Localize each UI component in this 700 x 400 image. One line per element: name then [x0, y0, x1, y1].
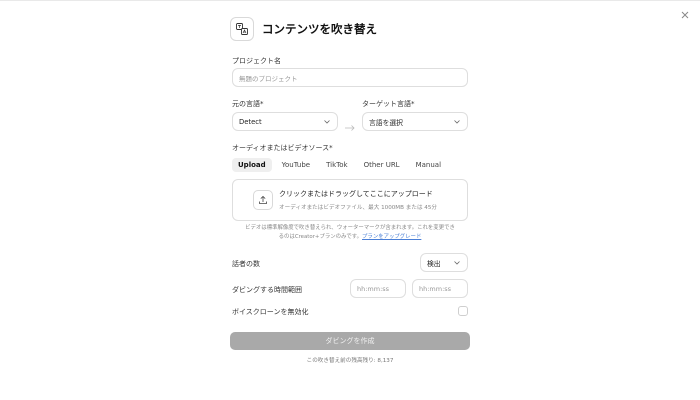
create-dub-button[interactable]: ダビングを作成 [230, 332, 470, 350]
dialog-title: コンテンツを吹き替え [262, 22, 377, 36]
source-tabs: Upload YouTube TikTok Other URL Manual [232, 158, 451, 172]
project-name-placeholder: 無題のプロジェクト [239, 74, 298, 83]
tab-other-url[interactable]: Other URL [358, 158, 406, 172]
arrow-right-icon [344, 117, 356, 136]
voice-clone-checkbox[interactable] [458, 306, 468, 316]
target-language-label: ターゲット言語* [362, 100, 415, 108]
speakers-select[interactable]: 検出 [420, 253, 468, 272]
speakers-value: 検出 [427, 259, 441, 268]
translate-icon [230, 17, 254, 41]
chevron-down-icon [323, 118, 331, 126]
dialog-header: コンテンツを吹き替え [230, 14, 377, 44]
upload-subtitle: オーディオまたはビデオファイル、最大 1000MB または 45分 [279, 205, 438, 211]
source-language-label: 元の言語* [232, 100, 264, 108]
source-language-value: Detect [239, 117, 262, 126]
target-language-select[interactable]: 言語を選択 [362, 112, 468, 131]
speakers-label: 話者の数 [232, 260, 260, 268]
upload-dropzone[interactable]: クリックまたはドラッグしてここにアップロード オーディオまたはビデオファイル、最… [232, 179, 468, 221]
chevron-down-icon [453, 118, 461, 126]
time-range-label: ダビングする時間範囲 [232, 286, 302, 294]
voice-clone-label: ボイスクローンを無効化 [232, 308, 309, 316]
upgrade-plan-link[interactable]: プランをアップグレード [362, 234, 421, 240]
project-name-label: プロジェクト名 [232, 57, 281, 65]
source-label: オーディオまたはビデオソース* [232, 144, 333, 152]
close-icon [681, 11, 689, 19]
target-language-value: 言語を選択 [369, 118, 403, 127]
upload-title: クリックまたはドラッグしてここにアップロード [279, 190, 433, 198]
tab-youtube[interactable]: YouTube [276, 158, 316, 172]
chevron-down-icon [453, 259, 461, 267]
time-range-start-input[interactable]: hh:mm:ss [350, 279, 406, 298]
tab-manual[interactable]: Manual [410, 158, 447, 172]
tab-upload[interactable]: Upload [232, 158, 272, 172]
plan-notice: ビデオは標準解像度で吹き替えられ、ウォーターマークが含まれます。これを変更でき … [245, 225, 455, 240]
time-range-end-input[interactable]: hh:mm:ss [412, 279, 468, 298]
source-language-select[interactable]: Detect [232, 112, 338, 131]
upload-icon [253, 190, 273, 210]
close-button[interactable] [678, 8, 692, 22]
top-divider [0, 0, 700, 1]
project-name-input[interactable]: 無題のプロジェクト [232, 68, 468, 87]
tab-tiktok[interactable]: TikTok [320, 158, 353, 172]
remaining-credits: この吹き替え前の残高残り: 8,137 [306, 358, 394, 364]
